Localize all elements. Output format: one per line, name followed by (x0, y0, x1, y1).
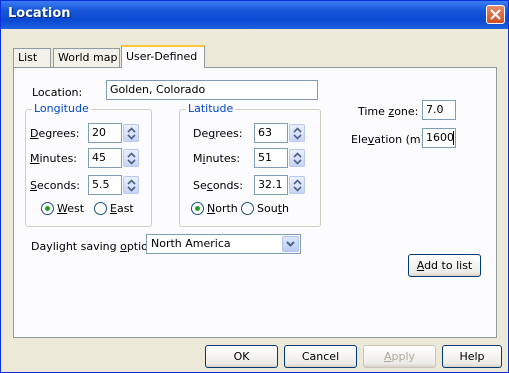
timezone-input[interactable]: 7.0 (422, 100, 456, 120)
longitude-seconds-input[interactable]: 5.5 (88, 175, 122, 195)
help-button[interactable]: Help (442, 345, 502, 368)
latitude-degrees-input[interactable]: 63 (254, 123, 288, 143)
latitude-seconds-input[interactable]: 32.1 (254, 175, 288, 195)
title-bar[interactable]: Location (1, 1, 508, 29)
longitude-degrees-input[interactable]: 20 (88, 123, 122, 143)
chevron-down-icon (286, 241, 295, 247)
latitude-minutes-input[interactable]: 51 (254, 148, 288, 168)
latitude-minutes-label: Minutes: (193, 152, 241, 165)
north-label: North (207, 202, 238, 215)
tab-world-map[interactable]: World map (53, 48, 120, 67)
west-radio[interactable] (41, 202, 54, 215)
close-button[interactable] (486, 5, 505, 24)
daylight-saving-select[interactable]: North America (146, 234, 301, 254)
spinner-arrows-icon (293, 152, 302, 165)
longitude-group-label: Longitude (32, 102, 91, 115)
user-defined-panel: Location: Golden, Colorado Longitude Deg… (13, 67, 497, 338)
longitude-seconds-spinner[interactable] (123, 176, 139, 194)
longitude-seconds-label: Seconds: (30, 179, 80, 192)
longitude-degrees-spinner[interactable] (123, 124, 139, 142)
apply-button[interactable]: Apply (363, 345, 436, 368)
location-dialog: Location List World map User-Defined Loc… (0, 0, 509, 373)
daylight-saving-value: North America (151, 237, 231, 250)
ok-button[interactable]: OK (205, 345, 278, 368)
location-label: Location: (32, 86, 83, 99)
location-input[interactable]: Golden, Colorado (106, 80, 318, 100)
tab-list[interactable]: List (13, 48, 51, 67)
elevation-input[interactable]: 1600 (422, 128, 456, 148)
east-radio[interactable] (94, 202, 107, 215)
latitude-minutes-spinner[interactable] (289, 149, 305, 167)
close-icon (490, 9, 501, 20)
spinner-arrows-icon (293, 127, 302, 140)
longitude-minutes-input[interactable]: 45 (88, 148, 122, 168)
longitude-minutes-spinner[interactable] (123, 149, 139, 167)
window-title: Location (8, 6, 71, 21)
timezone-label: Time zone: (358, 105, 419, 118)
west-label: West (57, 202, 85, 215)
latitude-degrees-label: Degrees: (193, 127, 243, 140)
longitude-minutes-label: Minutes: (30, 152, 78, 165)
text-caret (453, 131, 454, 145)
latitude-seconds-label: Seconds: (193, 179, 243, 192)
east-label: East (110, 202, 134, 215)
longitude-degrees-label: Degrees: (30, 127, 80, 140)
cancel-button[interactable]: Cancel (284, 345, 357, 368)
latitude-seconds-spinner[interactable] (289, 176, 305, 194)
spinner-arrows-icon (127, 152, 136, 165)
spinner-arrows-icon (127, 127, 136, 140)
south-label: South (257, 202, 289, 215)
spinner-arrows-icon (293, 179, 302, 192)
dropdown-button[interactable] (282, 236, 299, 252)
spinner-arrows-icon (127, 179, 136, 192)
add-to-list-button[interactable]: Add to list (408, 254, 481, 277)
elevation-label: Elevation (m): (351, 133, 429, 146)
latitude-group-label: Latitude (186, 102, 236, 115)
latitude-degrees-spinner[interactable] (289, 124, 305, 142)
south-radio[interactable] (241, 202, 254, 215)
north-radio[interactable] (191, 202, 204, 215)
daylight-saving-label: Daylight saving option: (31, 240, 159, 253)
tab-user-defined[interactable]: User-Defined (121, 45, 205, 68)
